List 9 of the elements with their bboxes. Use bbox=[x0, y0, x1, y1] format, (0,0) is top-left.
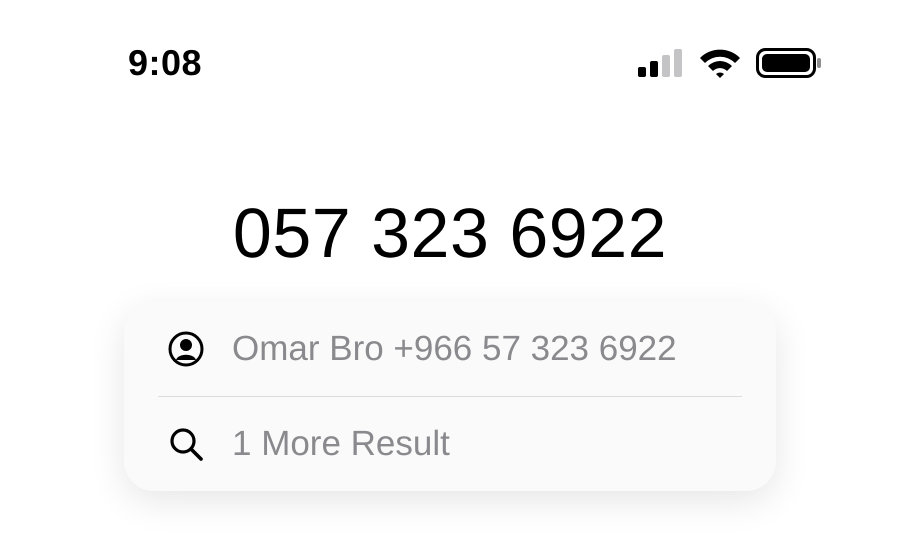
wifi-icon bbox=[698, 47, 742, 79]
dialed-number: 057 323 6922 bbox=[232, 198, 668, 268]
battery-icon bbox=[756, 48, 822, 78]
more-results-link[interactable]: 1 More Result bbox=[232, 424, 450, 464]
search-icon bbox=[168, 426, 204, 462]
status-time: 9:08 bbox=[128, 42, 202, 84]
contact-suggestion[interactable]: Omar Bro +966 57 323 6922 bbox=[232, 329, 677, 369]
person-icon bbox=[168, 331, 204, 367]
signal-icon bbox=[638, 49, 684, 77]
